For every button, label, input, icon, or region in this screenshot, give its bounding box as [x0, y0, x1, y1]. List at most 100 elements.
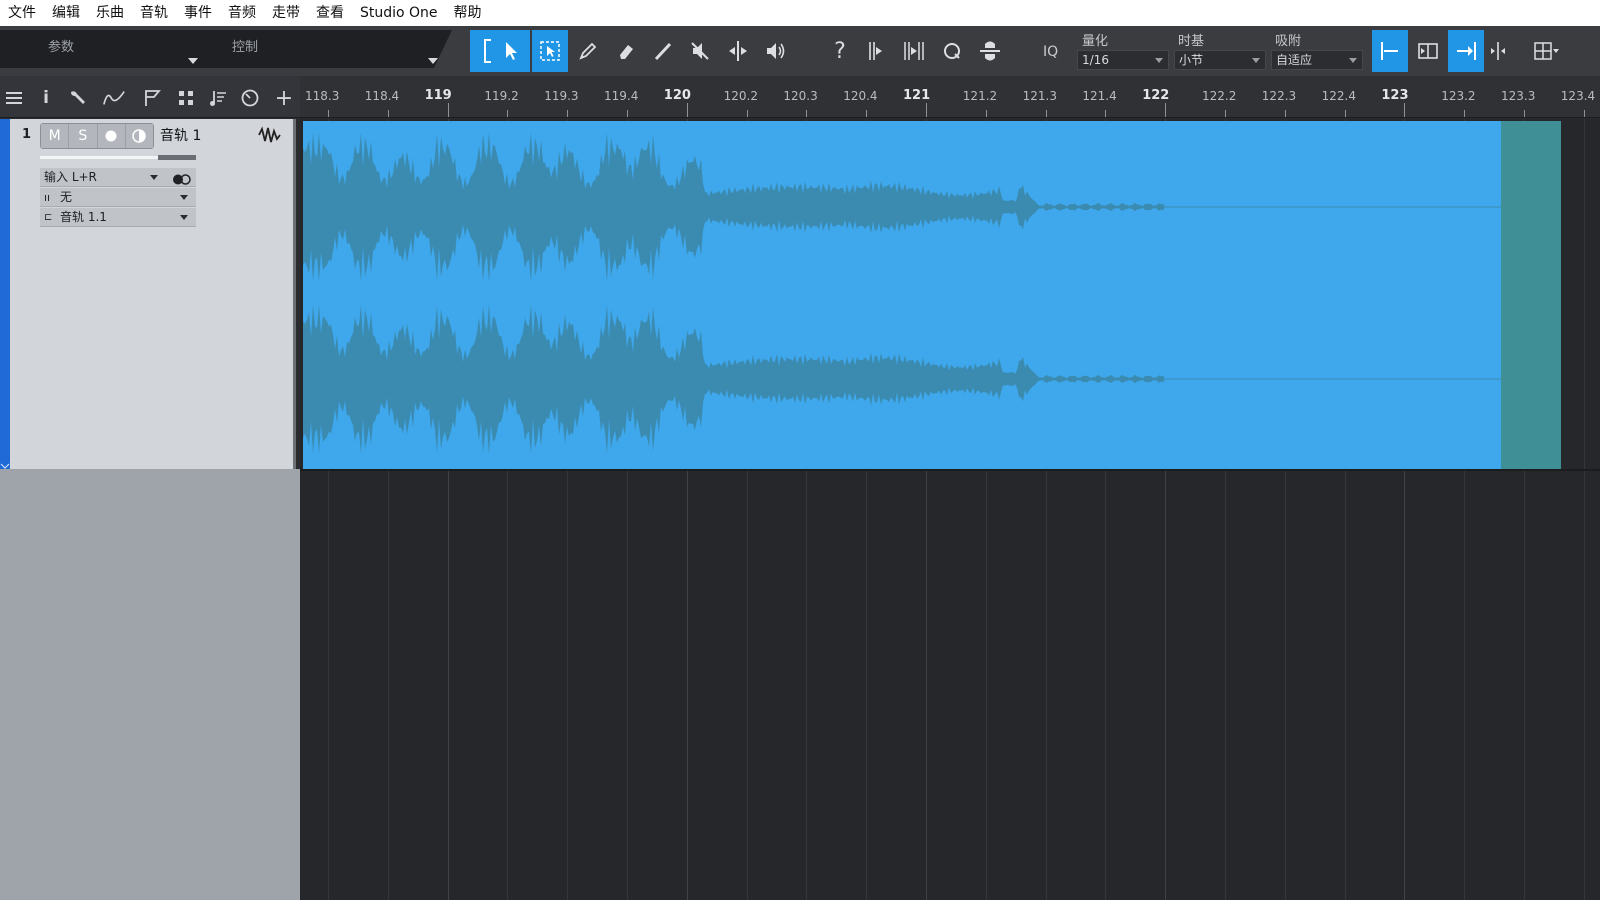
- menu-audio[interactable]: 音频: [220, 0, 264, 26]
- mute-icon[interactable]: [682, 30, 718, 72]
- ruler-tick: [1524, 110, 1525, 117]
- menu-edit[interactable]: 编辑: [44, 0, 88, 26]
- ruler-tick: [328, 110, 329, 117]
- speaker-icon[interactable]: [758, 30, 794, 72]
- ruler-tick: [1105, 110, 1107, 117]
- snap-select[interactable]: 自适应: [1271, 50, 1363, 70]
- range-select-icon[interactable]: [532, 30, 568, 72]
- track-number: 1: [22, 127, 32, 142]
- ruler-tick: [1344, 110, 1346, 117]
- quantize-value: 1/16: [1082, 53, 1109, 67]
- menu-transport[interactable]: 走带: [264, 0, 308, 26]
- ruler-tick: [1045, 110, 1047, 117]
- ruler-tick: [1464, 110, 1466, 117]
- follow-cursor-icon[interactable]: [1448, 30, 1484, 72]
- ruler-label: 121: [903, 88, 931, 103]
- ruler-label: 121.2: [962, 89, 998, 103]
- ruler-label: 123.2: [1441, 89, 1476, 103]
- layout-grid-icon[interactable]: [1528, 30, 1564, 72]
- ruler-label: 120: [663, 88, 691, 103]
- bend-icon[interactable]: [858, 30, 894, 72]
- listen-icon[interactable]: [972, 30, 1008, 72]
- monitor-button[interactable]: [125, 124, 153, 148]
- ruler-label: 123: [1381, 88, 1409, 103]
- ruler-label: 120.2: [723, 89, 758, 103]
- question-icon[interactable]: ?: [822, 30, 858, 72]
- ruler-label: 119.4: [604, 89, 639, 103]
- audio-event[interactable]: [303, 121, 1501, 469]
- split-icon[interactable]: [720, 30, 756, 72]
- menu-event[interactable]: 事件: [176, 0, 220, 26]
- fader-knob[interactable]: [158, 155, 196, 160]
- pencil-icon[interactable]: [570, 30, 606, 72]
- ruler-tick: [866, 110, 868, 117]
- chevron-down-icon: [180, 215, 188, 220]
- menu-studio-one[interactable]: Studio One: [352, 0, 446, 26]
- timeline-ruler[interactable]: 118.3 118.4 119 119.2 119.3 119.4 120 120.2 120.…: [300, 76, 1600, 118]
- track-color-strip[interactable]: [0, 119, 10, 469]
- ruler-tick: [447, 103, 449, 117]
- ruler-label: 119: [424, 88, 452, 103]
- control-expand-icon[interactable]: [428, 58, 438, 64]
- autoscroll-icon[interactable]: [1480, 30, 1516, 72]
- menu-file[interactable]: 文件: [0, 0, 44, 26]
- output-select[interactable]: ⊏ 音轨 1.1: [40, 208, 196, 227]
- menu-view[interactable]: 查看: [308, 0, 352, 26]
- wrench-icon[interactable]: [66, 86, 90, 110]
- snap-to-grid-icon[interactable]: [1372, 30, 1408, 72]
- params-expand-icon[interactable]: [188, 58, 198, 64]
- menu-track[interactable]: 音轨: [132, 0, 176, 26]
- ruler-tick: [627, 110, 628, 117]
- ruler-tick: [926, 103, 927, 117]
- menu-bar: 文件 编辑 乐曲 音轨 事件 音频 走带 查看 Studio One 帮助: [0, 0, 1600, 26]
- ruler-label: 119.3: [544, 89, 579, 103]
- ruler-label: 120.3: [783, 89, 818, 103]
- track-divider: [300, 469, 1600, 471]
- tab-control[interactable]: 控制: [232, 36, 258, 55]
- snap-events-icon[interactable]: [1410, 30, 1446, 72]
- flag-icon[interactable]: [140, 86, 164, 110]
- eraser-icon[interactable]: [608, 30, 644, 72]
- record-button[interactable]: [97, 124, 126, 148]
- empty-track-area: [0, 469, 300, 900]
- audio-event-tail[interactable]: [1501, 121, 1561, 469]
- arrow-pointer-icon[interactable]: [494, 30, 530, 72]
- timebase-select[interactable]: 小节: [1174, 50, 1266, 70]
- automation-curve-icon[interactable]: [102, 86, 126, 110]
- ruler-tick: [1404, 103, 1406, 117]
- ruler-tick: [746, 110, 748, 117]
- tab-params[interactable]: 参数: [48, 36, 74, 55]
- ruler-label: 123.3: [1501, 89, 1536, 103]
- chevron-down-icon: [1349, 58, 1357, 63]
- solo-button[interactable]: S: [69, 124, 98, 148]
- add-icon[interactable]: +: [272, 86, 296, 111]
- ruler-tick: [1225, 110, 1226, 117]
- mute-button[interactable]: M: [41, 124, 70, 148]
- grid-icon[interactable]: [174, 86, 198, 110]
- menu-song[interactable]: 乐曲: [88, 0, 132, 26]
- insert-select[interactable]: ıı 无: [40, 188, 196, 207]
- quantize-q-icon[interactable]: [934, 30, 970, 72]
- ruler-label: 122.4: [1321, 89, 1356, 103]
- clock-icon[interactable]: [238, 86, 262, 110]
- timebase-label: 时基: [1178, 34, 1205, 49]
- snap-label: 吸附: [1275, 34, 1302, 49]
- ruler-tick: [985, 110, 987, 117]
- note-icon[interactable]: [206, 86, 230, 110]
- volume-fader[interactable]: [40, 155, 196, 160]
- list-icon[interactable]: [2, 86, 26, 110]
- menu-help[interactable]: 帮助: [446, 0, 490, 26]
- track-name[interactable]: 音轨 1: [160, 125, 201, 145]
- info-icon[interactable]: i: [34, 86, 58, 110]
- inspector-tabs: 参数 控制: [0, 30, 452, 68]
- iq-button[interactable]: IQ: [1043, 44, 1058, 60]
- paint-icon[interactable]: [646, 30, 682, 72]
- track-collapse-icon[interactable]: [0, 456, 10, 469]
- ruler-label: 121.3: [1022, 89, 1057, 103]
- transient-icon[interactable]: [896, 30, 932, 72]
- quantize-select[interactable]: 1/16: [1077, 50, 1169, 70]
- ruler-label: 118.3: [305, 89, 340, 103]
- input-select[interactable]: 输入 L+R: [40, 168, 196, 187]
- ruler-tick: [686, 103, 688, 117]
- waveform-monitor-icon[interactable]: [258, 126, 282, 148]
